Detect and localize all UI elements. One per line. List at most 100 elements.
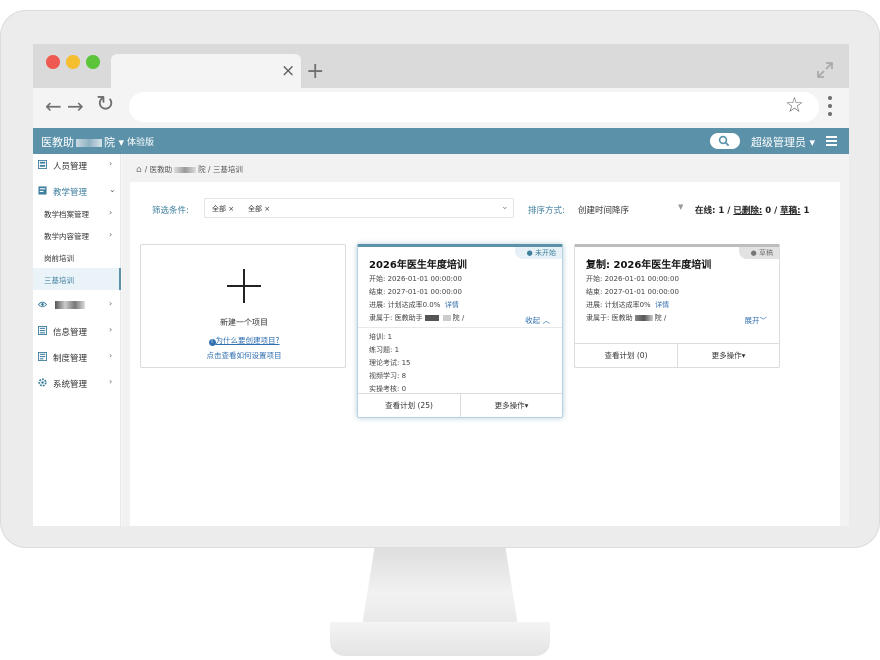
sidebar-subitem-label: 教学内容管理 <box>44 232 89 241</box>
plan-stat: 培训: 1 <box>369 333 393 341</box>
draft-value: 1 <box>803 206 810 216</box>
sort-label: 排序方式: <box>528 206 565 216</box>
close-window-button[interactable] <box>46 55 60 69</box>
sidebar-item-redacted[interactable]: › <box>33 294 121 316</box>
reload-icon[interactable]: ↻ <box>96 94 114 116</box>
filter-chip-label: 全部 <box>248 205 262 213</box>
sidebar-item-label: 教学管理 <box>53 188 88 198</box>
expand-toggle[interactable]: 展开﹀ <box>745 315 768 326</box>
filter-chip-label: 全部 <box>212 205 226 213</box>
forward-arrow-icon[interactable]: → <box>67 96 84 116</box>
more-actions-button[interactable]: 更多操作▾ <box>677 344 779 367</box>
view-plan-button[interactable]: 查看计划 (0) <box>575 344 677 367</box>
home-icon[interactable]: ⌂ <box>136 165 142 175</box>
rules-icon <box>38 352 47 361</box>
new-project-card[interactable]: 新建一个项目 i 为什么要创建项目? 点击查看如何设置项目 <box>140 244 346 368</box>
sidebar-subitem-prejob[interactable]: 岗前培训 <box>33 246 121 268</box>
sidebar-subitem-archive[interactable]: 教学档案管理 › <box>33 202 121 224</box>
project-counts: 在线: 1 / 已删除: 0 / 草稿: 1 <box>695 206 810 216</box>
sidebar-subitem-sanji[interactable]: 三基培训 <box>33 268 121 290</box>
user-menu[interactable]: 超级管理员 ▾ <box>751 134 815 150</box>
users-icon <box>38 160 47 169</box>
bookmark-star-icon[interactable]: ☆ <box>785 95 804 116</box>
new-tab-icon[interactable]: + <box>306 61 324 83</box>
draft-progress: 进展: 计划达成率0% 详情 <box>586 300 669 310</box>
back-arrow-icon[interactable]: ← <box>45 96 62 116</box>
eye-icon <box>38 301 47 308</box>
online-count[interactable]: 在线: 1 <box>695 206 724 216</box>
filter-select[interactable]: 全部 × 全部 × ⌄ <box>204 198 514 218</box>
plan-card[interactable]: ● 未开始 2026年医生年度培训 开始: 2026-01-01 00:00:0… <box>357 244 563 418</box>
chevron-right-icon: › <box>109 351 113 360</box>
sidebar-item-personnel[interactable]: 人员管理 › <box>33 154 121 176</box>
redacted-text <box>634 315 653 321</box>
draft-title: 复制: 2026年医生年度培训 <box>586 260 712 271</box>
more-actions-button[interactable]: 更多操作▾ <box>460 394 562 417</box>
sidebar: 人员管理 › 教学管理 ⌄ 教学档案管理 › 教学内容管理 › 岗前培训 三基培… <box>33 154 121 526</box>
browser-titlebar: × + <box>33 44 849 88</box>
why-create-link-text: 为什么要创建项目? <box>215 336 280 345</box>
url-input[interactable] <box>129 92 819 122</box>
online-value: 1 <box>718 206 725 216</box>
close-icon[interactable]: × <box>228 205 234 213</box>
app-title-suffix: 院 <box>104 136 115 149</box>
detail-link[interactable]: 详情 <box>655 301 669 309</box>
sidebar-item-rules[interactable]: 制度管理 › <box>33 346 121 368</box>
redacted-text <box>174 167 197 173</box>
chevron-down-icon: ﹀ <box>759 316 768 325</box>
filter-chip[interactable]: 全部 × <box>212 204 234 214</box>
maximize-window-button[interactable] <box>86 55 100 69</box>
chevron-down-icon: ▾ <box>809 136 816 149</box>
sort-select[interactable]: 创建时间降序 ▼ <box>574 198 690 218</box>
tab-close-icon[interactable]: × <box>281 63 295 80</box>
caret-down-icon: ▾ <box>741 351 746 360</box>
close-icon[interactable]: × <box>264 205 270 213</box>
filter-chip[interactable]: 全部 × <box>248 204 270 214</box>
main-content: ⌂ / 医教助院 / 三基培训 筛选条件: 全部 × 全部 × ⌄ 排序方式: 创… <box>122 154 849 526</box>
collapse-toggle[interactable]: 收起 ︿ <box>525 315 550 326</box>
breadcrumb-root[interactable]: 医教助 院 <box>150 165 206 174</box>
more-actions-label: 更多操作 <box>711 351 742 360</box>
app-header: 医教助 院 ▾ 体验版 超级管理员 ▾ <box>33 128 849 154</box>
plan-end: 结束: 2027-01-01 00:00:00 <box>369 288 462 296</box>
caret-down-icon: ▾ <box>524 401 529 410</box>
caret-down-icon: ▼ <box>678 203 684 211</box>
redacted-text <box>424 315 439 321</box>
draft-card[interactable]: ● 草稿 复制: 2026年医生年度培训 开始: 2026-01-01 00:0… <box>574 244 780 368</box>
search-button[interactable] <box>710 133 740 149</box>
sidebar-item-label: 信息管理 <box>53 328 88 338</box>
new-project-title: 新建一个项目 <box>220 318 268 327</box>
draft-start: 开始: 2026-01-01 00:00:00 <box>586 275 679 283</box>
sidebar-subitem-content[interactable]: 教学内容管理 › <box>33 224 121 246</box>
teaching-icon <box>38 186 47 195</box>
chevron-right-icon: › <box>109 325 113 334</box>
redacted-text <box>53 300 87 310</box>
how-setup-link[interactable]: 点击查看如何设置项目 <box>141 350 347 361</box>
minimize-window-button[interactable] <box>66 55 80 69</box>
browser-menu-icon[interactable] <box>827 96 833 118</box>
plus-icon[interactable] <box>227 269 261 303</box>
sidebar-subitem-label: 岗前培训 <box>44 254 74 263</box>
collapse-label: 收起 <box>525 316 541 325</box>
deleted-count[interactable]: 已删除: <box>733 206 762 216</box>
detail-link[interactable]: 详情 <box>445 301 459 309</box>
app-title[interactable]: 医教助 院 ▾ <box>41 134 124 150</box>
draft-count[interactable]: 草稿: <box>780 206 800 216</box>
project-panel: 筛选条件: 全部 × 全部 × ⌄ 排序方式: 创建时间降序 ▼ 在线: 1 /… <box>130 182 840 526</box>
hamburger-menu-icon[interactable] <box>826 136 837 146</box>
chevron-right-icon: › <box>109 208 113 217</box>
card-actions: 查看计划 (0) 更多操作▾ <box>575 343 779 367</box>
status-badge: ● 草稿 <box>738 247 779 259</box>
breadcrumb-root-prefix: 医教助 <box>149 165 173 174</box>
chevron-right-icon: › <box>109 159 113 168</box>
plan-belongs-prefix: 隶属于: 医教助手 <box>369 314 423 322</box>
browser-tab[interactable] <box>111 54 301 88</box>
online-label: 在线: <box>695 206 716 216</box>
view-plan-button[interactable]: 查看计划 (25) <box>358 394 460 417</box>
why-create-link[interactable]: i 为什么要创建项目? <box>141 335 347 346</box>
fullscreen-icon[interactable] <box>815 60 835 80</box>
sidebar-item-system[interactable]: 系统管理 › <box>33 372 121 394</box>
plan-progress: 进展: 计划达成率0.0% 详情 <box>369 300 459 310</box>
sidebar-item-teaching[interactable]: 教学管理 ⌄ <box>33 180 121 202</box>
sidebar-item-info[interactable]: 信息管理 › <box>33 320 121 342</box>
